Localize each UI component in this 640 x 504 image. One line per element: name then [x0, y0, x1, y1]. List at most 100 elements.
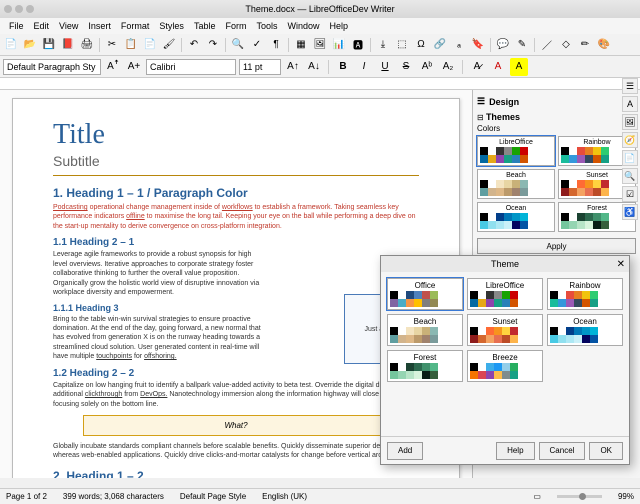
new-icon[interactable]: 📄 [2, 36, 20, 54]
paragraph-4[interactable]: Capitalize on low hanging fruit to ident… [53, 381, 419, 409]
draw-icon[interactable]: ✏ [576, 36, 594, 54]
style-inspector-tab-icon[interactable]: 🔍 [622, 168, 638, 184]
hyperlink-icon[interactable]: 🔗 [431, 36, 449, 54]
sidebar-theme-ocean[interactable]: Ocean [477, 202, 555, 232]
menu-styles[interactable]: Styles [154, 21, 189, 31]
subscript-icon[interactable]: A₂ [439, 58, 457, 76]
heading-1-2[interactable]: 2. Heading 1 – 2 [53, 469, 419, 478]
status-page[interactable]: Page 1 of 2 [6, 492, 47, 501]
status-zoom[interactable]: 99% [618, 492, 634, 501]
menu-edit[interactable]: Edit [29, 21, 55, 31]
manage-changes-tab-icon[interactable]: ☑ [622, 186, 638, 202]
menu-tools[interactable]: Tools [251, 21, 282, 31]
new-style-icon[interactable]: A+ [125, 58, 143, 76]
page-break-icon[interactable]: ⤓ [374, 36, 392, 54]
menu-view[interactable]: View [54, 21, 83, 31]
sidebar-theme-libreoffice[interactable]: LibreOffice [477, 136, 555, 166]
horizontal-ruler[interactable] [0, 78, 640, 90]
heading-2-2[interactable]: 1.2 Heading 2 – 2 [53, 368, 419, 379]
heading-1[interactable]: 1. Heading 1 – 1 / Paragraph Color [53, 186, 419, 200]
dialog-titlebar[interactable]: Theme ✕ [381, 256, 629, 272]
themes-section-header[interactable]: ⊟ Themes [477, 112, 636, 122]
dialog-theme-office[interactable]: Office [387, 278, 463, 310]
close-window-icon[interactable] [4, 5, 12, 13]
styles-tab-icon[interactable]: A [622, 96, 638, 112]
zoom-slider[interactable] [557, 495, 602, 498]
paragraph-3[interactable]: Bring to the table win-win survival stra… [53, 315, 265, 362]
cut-icon[interactable]: ✂ [103, 36, 121, 54]
status-page-style[interactable]: Default Page Style [180, 492, 246, 501]
status-language[interactable]: English (UK) [262, 492, 307, 501]
menu-insert[interactable]: Insert [83, 21, 116, 31]
shapes-icon[interactable]: ◇ [557, 36, 575, 54]
add-button[interactable]: Add [387, 442, 423, 460]
paragraph-2[interactable]: Leverage agile frameworks to provide a r… [53, 250, 265, 297]
show-draw-icon[interactable]: 🎨 [595, 36, 613, 54]
bookmark-icon[interactable]: 🔖 [469, 36, 487, 54]
dialog-theme-sunset[interactable]: Sunset [467, 314, 543, 346]
minimize-window-icon[interactable] [15, 5, 23, 13]
navigator-tab-icon[interactable]: 🧭 [622, 132, 638, 148]
table-icon[interactable]: ▦ [292, 36, 310, 54]
menu-table[interactable]: Table [189, 21, 221, 31]
heading-2-1[interactable]: 1.1 Heading 2 – 1 [53, 237, 419, 248]
strikeout-icon[interactable]: S [397, 58, 415, 76]
comment-icon[interactable]: 💬 [494, 36, 512, 54]
status-word-count[interactable]: 399 words; 3,068 characters [63, 492, 164, 501]
superscript-icon[interactable]: Aᵇ [418, 58, 436, 76]
view-layout-icon[interactable]: ▭ [533, 492, 541, 501]
dialog-theme-libreoffice[interactable]: LibreOffice [467, 278, 543, 310]
paste-icon[interactable]: 📄 [141, 36, 159, 54]
undo-icon[interactable]: ↶ [185, 36, 203, 54]
menu-window[interactable]: Window [282, 21, 324, 31]
page-tab-icon[interactable]: 📄 [622, 150, 638, 166]
italic-icon[interactable]: I [355, 58, 373, 76]
open-icon[interactable]: 📂 [21, 36, 39, 54]
menu-help[interactable]: Help [324, 21, 353, 31]
spellcheck-icon[interactable]: ✓ [248, 36, 266, 54]
save-icon[interactable]: 💾 [40, 36, 58, 54]
dialog-theme-forest[interactable]: Forest [387, 350, 463, 382]
dialog-theme-beach[interactable]: Beach [387, 314, 463, 346]
footnote-icon[interactable]: ₐ [450, 36, 468, 54]
formatting-marks-icon[interactable]: ¶ [267, 36, 285, 54]
menu-format[interactable]: Format [116, 21, 155, 31]
clear-format-icon[interactable]: A̷ [468, 58, 486, 76]
panel-menu-icon[interactable]: ☰ [477, 96, 485, 107]
ok-button[interactable]: OK [589, 442, 623, 460]
redo-icon[interactable]: ↷ [204, 36, 222, 54]
dialog-theme-rainbow[interactable]: Rainbow [547, 278, 623, 310]
shrink-font-icon[interactable]: A↓ [305, 58, 323, 76]
font-size-combo[interactable]: 11 pt [239, 59, 281, 75]
textbox-icon[interactable]: 🅰 [349, 36, 367, 54]
font-name-combo[interactable]: Calibri [146, 59, 236, 75]
print-icon[interactable]: 🖨 [78, 36, 96, 54]
sidebar-theme-beach[interactable]: Beach [477, 169, 555, 199]
clone-format-icon[interactable]: 🖌 [160, 36, 178, 54]
copy-icon[interactable]: 📋 [122, 36, 140, 54]
paragraph-5[interactable]: Globally incubate standards compliant ch… [53, 442, 419, 461]
export-pdf-icon[interactable]: 📕 [59, 36, 77, 54]
field-icon[interactable]: ⬚ [393, 36, 411, 54]
track-changes-icon[interactable]: ✎ [513, 36, 531, 54]
gallery-tab-icon[interactable]: 🖼 [622, 114, 638, 130]
what-callout[interactable]: What? [83, 415, 389, 436]
doc-title[interactable]: Title [53, 119, 419, 151]
grow-font-icon[interactable]: A↑ [284, 58, 302, 76]
dialog-close-icon[interactable]: ✕ [617, 259, 625, 270]
bold-icon[interactable]: B [334, 58, 352, 76]
apply-button[interactable]: Apply [477, 238, 636, 254]
doc-subtitle[interactable]: Subtitle [53, 153, 419, 169]
image-icon[interactable]: 🖼 [311, 36, 329, 54]
cancel-button[interactable]: Cancel [539, 442, 586, 460]
highlight-icon[interactable]: A [510, 58, 528, 76]
maximize-window-icon[interactable] [26, 5, 34, 13]
menu-file[interactable]: File [4, 21, 29, 31]
find-icon[interactable]: 🔍 [229, 36, 247, 54]
menu-form[interactable]: Form [220, 21, 251, 31]
font-color-icon[interactable]: A [489, 58, 507, 76]
dialog-theme-ocean[interactable]: Ocean [547, 314, 623, 346]
paragraph-style-combo[interactable]: Default Paragraph Sty [3, 59, 101, 75]
underline-icon[interactable]: U [376, 58, 394, 76]
accessibility-tab-icon[interactable]: ♿ [622, 204, 638, 220]
